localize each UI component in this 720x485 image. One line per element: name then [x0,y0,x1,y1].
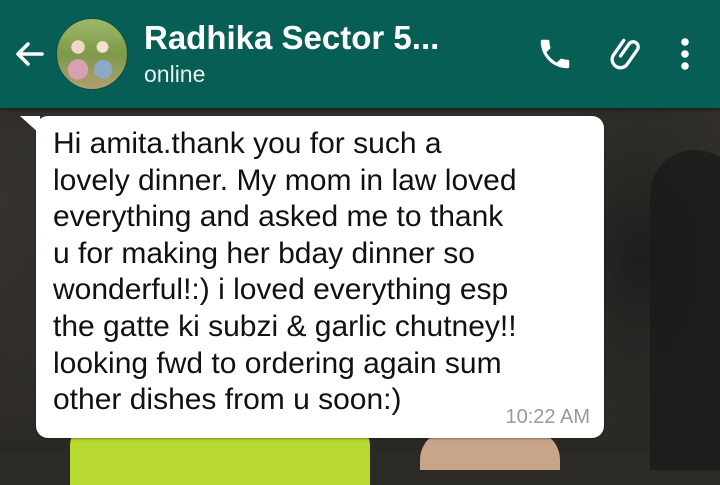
call-button[interactable] [526,24,584,84]
chat-header: Radhika Sector 5... online [0,0,720,108]
bubble-tail [20,116,40,134]
incoming-message-bubble[interactable]: Hi amita.thank you for such a lovely din… [20,116,604,438]
avatar[interactable] [56,18,128,90]
phone-icon [540,39,570,69]
contact-name: Radhika Sector 5... [144,19,440,56]
more-options-button[interactable] [670,24,700,84]
back-button[interactable] [8,24,52,84]
arrow-left-icon [16,42,44,66]
more-vertical-icon [681,38,689,70]
paperclip-icon [610,38,640,70]
contact-info[interactable]: Radhika Sector 5... online [144,19,512,89]
header-actions [512,24,700,84]
attach-button[interactable] [598,24,656,84]
contact-status: online [144,61,206,87]
message-timestamp: 10:22 AM [505,406,590,428]
wallpaper-shadow [650,150,720,470]
message-text: Hi amita.thank you for such a lovely din… [53,127,517,417]
